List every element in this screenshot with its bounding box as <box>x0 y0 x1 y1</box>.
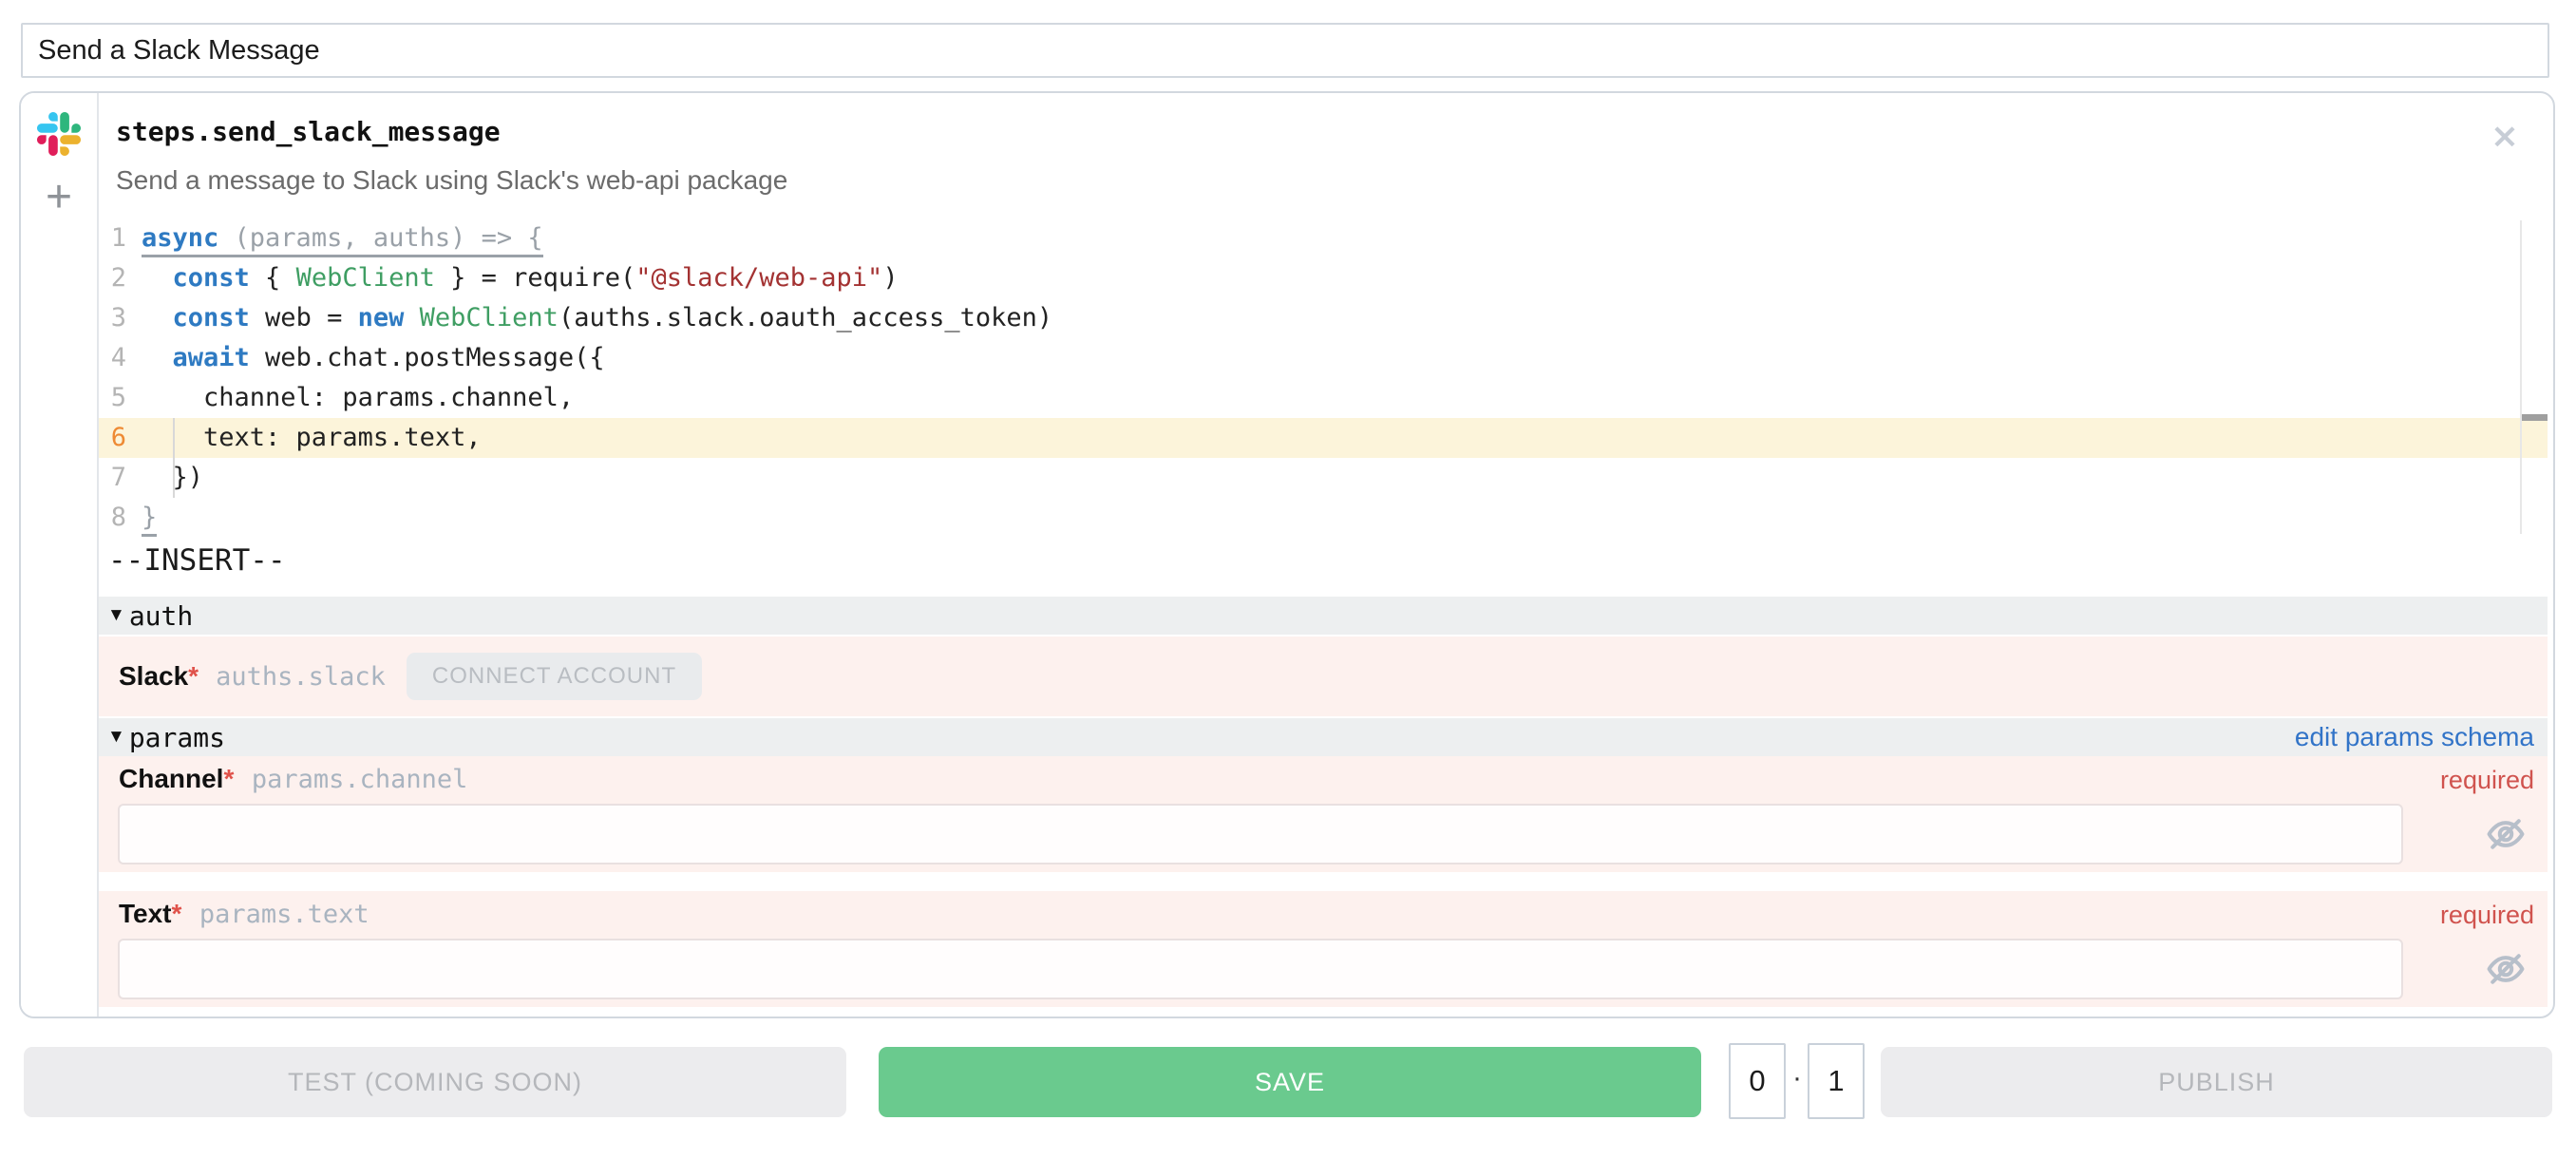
param-row-text: Text* params.text required <box>99 891 2548 1007</box>
collapse-triangle-icon: ▼ <box>107 727 125 748</box>
version-major-input[interactable]: 0 <box>1729 1043 1786 1119</box>
test-button[interactable]: TEST (COMING SOON) <box>24 1047 846 1117</box>
step-name: steps.send_slack_message <box>116 116 501 147</box>
line-number: 8 <box>99 498 126 538</box>
publish-button[interactable]: PUBLISH <box>1881 1047 2552 1117</box>
version-minor-input[interactable]: 1 <box>1808 1043 1865 1119</box>
auth-slack-row: Slack* auths.slack CONNECT ACCOUNT <box>99 636 2548 716</box>
edit-params-schema-link[interactable]: edit params schema <box>2295 722 2534 752</box>
code-text: const web = new WebClient(auths.slack.oa… <box>142 298 1052 338</box>
code-text: await web.chat.postMessage({ <box>142 338 605 378</box>
code-line-5[interactable]: 5 channel: params.channel, <box>99 378 2548 418</box>
editor-scrollbar-thumb[interactable] <box>2522 414 2548 421</box>
line-number: 6 <box>99 418 126 458</box>
eye-slash-icon[interactable] <box>2485 948 2527 990</box>
required-asterisk: * <box>223 764 234 793</box>
code-line-4[interactable]: 4 await web.chat.postMessage({ <box>99 338 2548 378</box>
code-line-1[interactable]: 1 async (params, auths) => { <box>99 218 2548 258</box>
params-section-header[interactable]: ▼ params edit params schema <box>99 718 2548 756</box>
line-number: 2 <box>99 258 126 298</box>
step-description: Send a message to Slack using Slack's we… <box>116 165 787 196</box>
line-number: 3 <box>99 298 126 338</box>
version-separator: · <box>1789 1062 1806 1094</box>
workflow-editor-page: + steps.send_slack_message Send a messag… <box>0 0 2576 1159</box>
line-number: 1 <box>99 218 126 258</box>
vim-mode-indicator: --INSERT-- <box>108 543 286 578</box>
indent-guide <box>173 418 175 498</box>
param-label-line: Text* params.text required <box>99 891 2548 939</box>
code-line-8[interactable]: 8} <box>99 498 2548 538</box>
step-title-input[interactable] <box>21 23 2549 78</box>
text-input[interactable] <box>118 939 2403 999</box>
editor-scrollbar-track <box>2520 220 2522 534</box>
code-line-3[interactable]: 3 const web = new WebClient(auths.slack.… <box>99 298 2548 338</box>
required-asterisk: * <box>172 899 182 928</box>
code-text: text: params.text, <box>142 418 482 458</box>
required-badge: required <box>2440 901 2534 930</box>
code-text: channel: params.channel, <box>142 378 574 418</box>
auth-field-label: Slack* <box>119 661 199 692</box>
channel-input[interactable] <box>118 804 2403 864</box>
close-icon[interactable]: × <box>2491 120 2519 154</box>
auth-field-hint: auths.slack <box>216 662 386 692</box>
add-step-button[interactable]: + <box>21 175 97 220</box>
code-text: const { WebClient } = require("@slack/we… <box>142 258 899 298</box>
row-divider <box>99 872 2548 891</box>
required-asterisk: * <box>188 661 199 691</box>
param-row-channel: Channel* params.channel required <box>99 756 2548 872</box>
auth-section-label: auth <box>129 600 193 632</box>
save-button[interactable]: SAVE <box>879 1047 1701 1117</box>
collapse-triangle-icon: ▼ <box>107 605 125 626</box>
code-text: } <box>142 498 157 538</box>
code-line-2[interactable]: 2 const { WebClient } = require("@slack/… <box>99 258 2548 298</box>
param-field-label: Text* <box>119 899 181 928</box>
eye-slash-icon[interactable] <box>2485 813 2527 855</box>
step-card: + steps.send_slack_message Send a messag… <box>19 91 2555 1018</box>
params-body: Channel* params.channel required <box>99 756 2548 1007</box>
code-editor[interactable]: 1async (params, auths) => {2 const { Web… <box>99 218 2548 538</box>
param-label-line: Channel* params.channel required <box>99 756 2548 804</box>
param-field-hint: params.channel <box>252 765 468 794</box>
step-rail: + <box>21 93 99 1016</box>
required-badge: required <box>2440 766 2534 795</box>
code-line-6[interactable]: 6 text: params.text, <box>99 418 2548 458</box>
line-number: 5 <box>99 378 126 418</box>
params-section-label: params <box>129 722 225 753</box>
slack-logo-icon <box>37 112 81 156</box>
step-content: steps.send_slack_message Send a message … <box>99 93 2548 1016</box>
param-field-hint: params.text <box>199 900 369 929</box>
connect-account-button[interactable]: CONNECT ACCOUNT <box>407 653 702 700</box>
param-field-label: Channel* <box>119 764 234 793</box>
code-lines: 1async (params, auths) => {2 const { Web… <box>99 218 2548 538</box>
line-number: 4 <box>99 338 126 378</box>
auth-section-header[interactable]: ▼ auth <box>99 597 2548 635</box>
line-number: 7 <box>99 458 126 498</box>
code-text: async (params, auths) => { <box>142 218 543 258</box>
code-line-7[interactable]: 7 }) <box>99 458 2548 498</box>
